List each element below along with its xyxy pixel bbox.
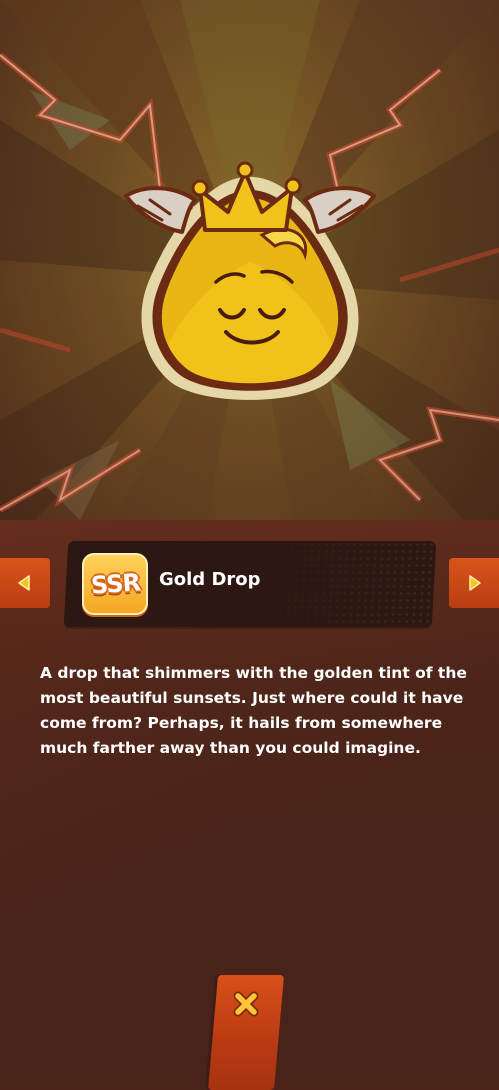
- rarity-badge: SSR: [82, 553, 148, 615]
- item-description: A drop that shimmers with the golden tin…: [40, 664, 467, 757]
- next-item-button[interactable]: [449, 558, 499, 608]
- burst-background: [0, 0, 499, 560]
- gold-drop-icon: [124, 161, 376, 400]
- chevron-left-icon: [18, 575, 30, 591]
- item-name: Gold Drop: [159, 569, 261, 590]
- chevron-right-icon: [469, 575, 481, 591]
- item-showcase: [0, 0, 499, 560]
- close-icon[interactable]: [231, 989, 261, 1019]
- rarity-label: SSR: [89, 568, 141, 600]
- previous-item-button[interactable]: [0, 558, 50, 608]
